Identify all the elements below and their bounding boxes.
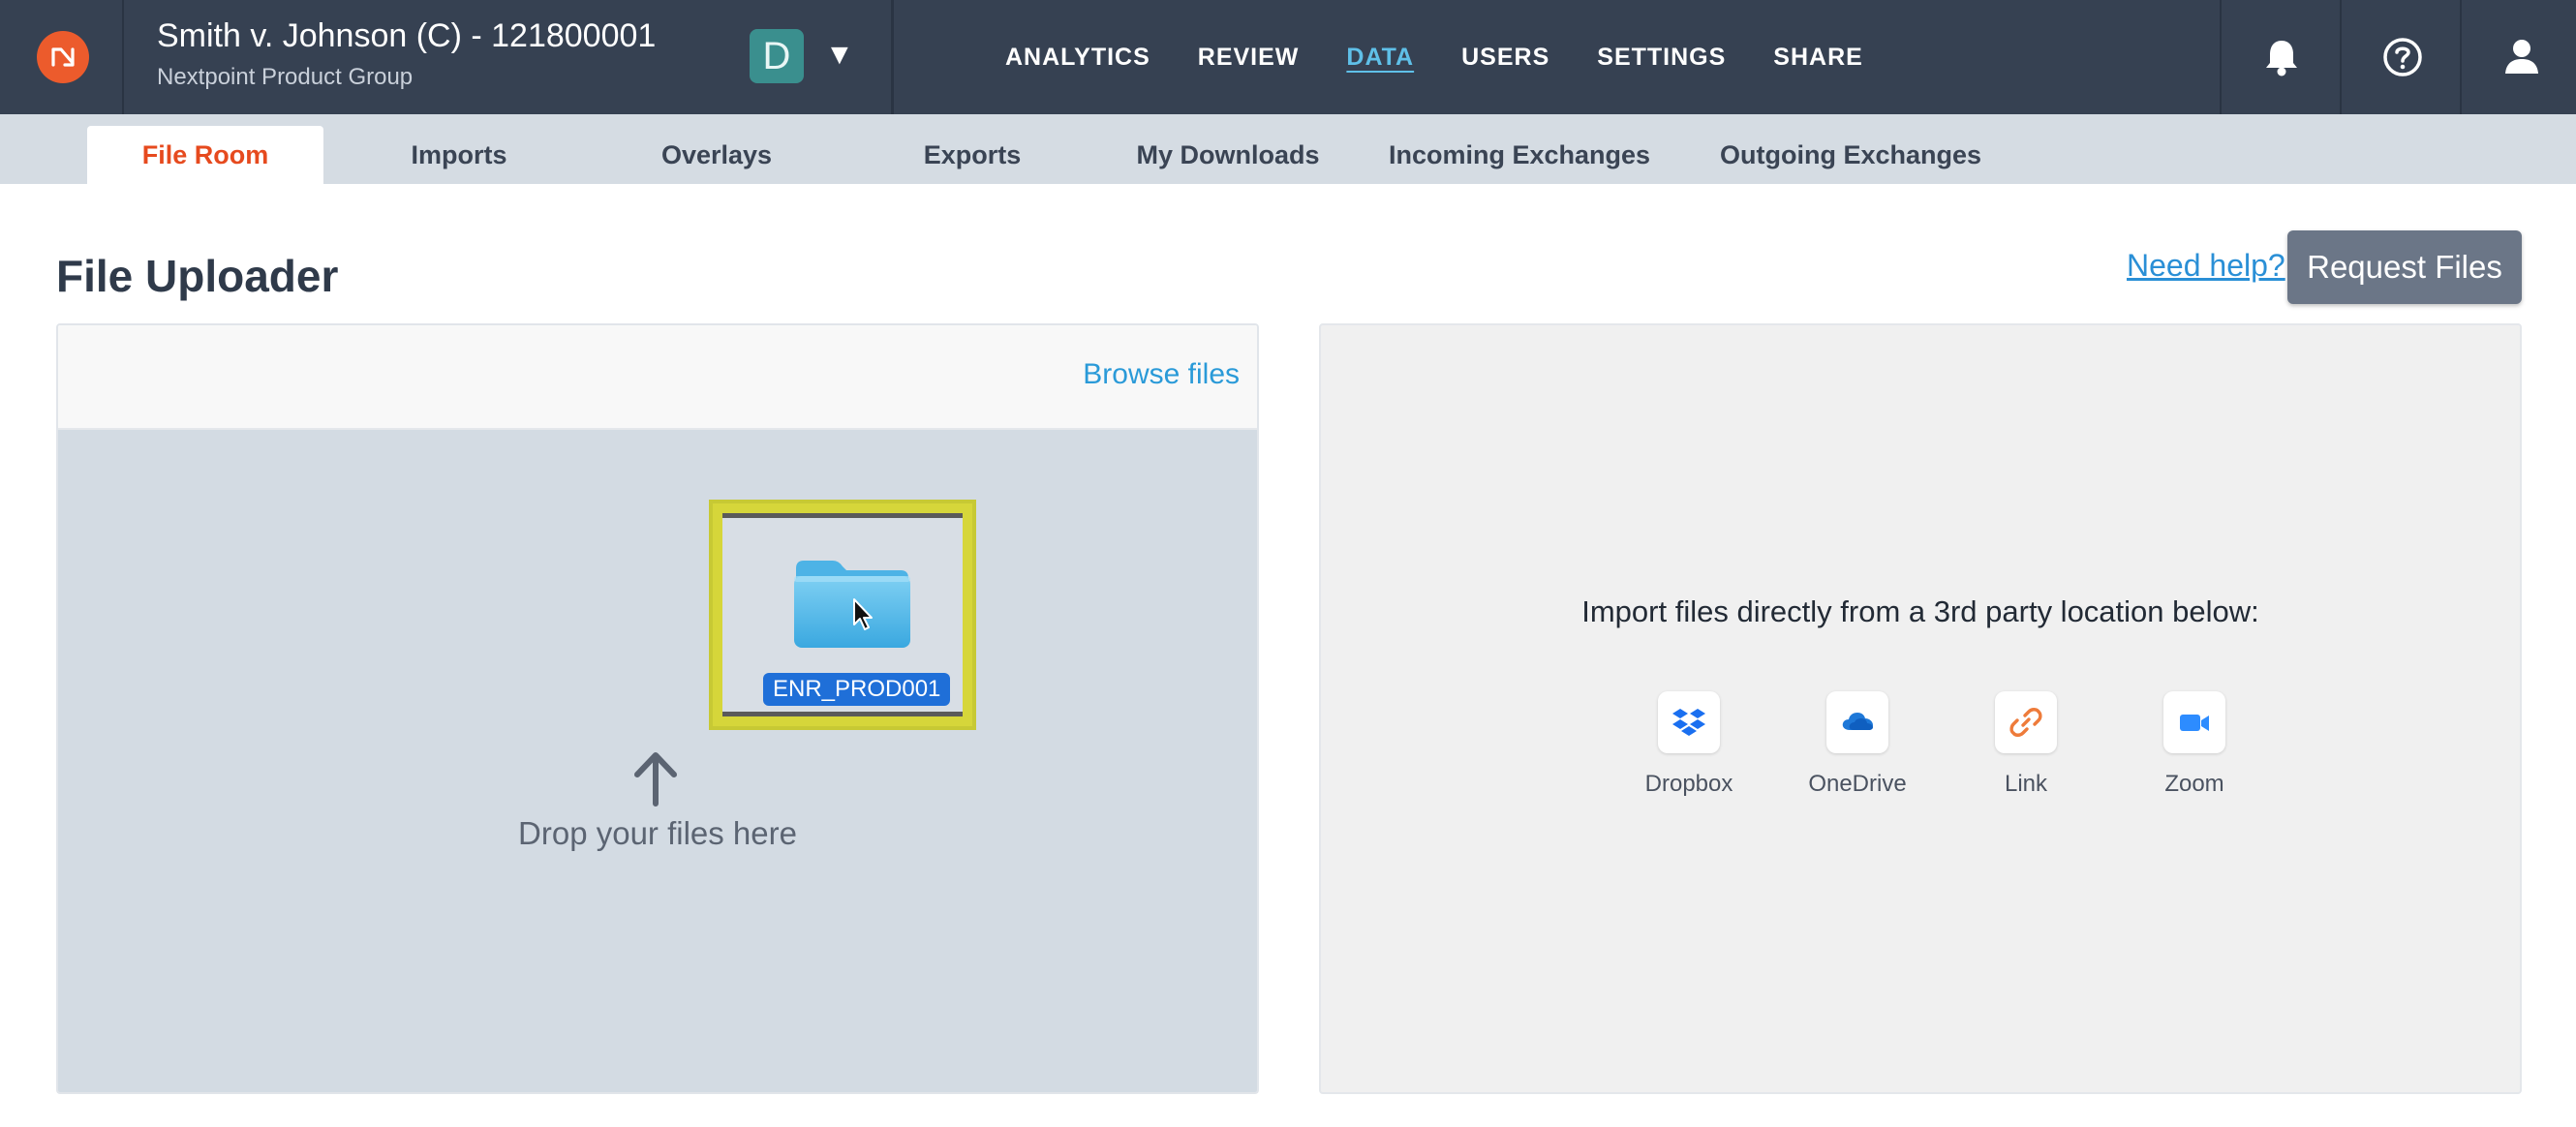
tab-outgoing-exchanges[interactable]: Outgoing Exchanges — [1710, 126, 1991, 184]
top-navbar: Smith v. Johnson (C) - 121800001 Nextpoi… — [0, 0, 2576, 114]
nav-settings[interactable]: SETTINGS — [1597, 44, 1726, 72]
dragged-folder-item[interactable]: ENR_PROD001 — [722, 513, 963, 716]
tab-incoming-exchanges[interactable]: Incoming Exchanges — [1379, 126, 1660, 184]
bell-icon — [2266, 41, 2297, 76]
mouse-cursor-icon — [853, 598, 873, 630]
zoom-icon — [2180, 715, 2209, 731]
provider-onedrive[interactable]: OneDrive — [1790, 691, 1925, 798]
need-help-link[interactable]: Need help? — [2127, 248, 2285, 284]
header-divider — [891, 0, 894, 114]
nav-data[interactable]: DATA — [1346, 44, 1414, 72]
tab-exports[interactable]: Exports — [875, 126, 1069, 184]
link-label: Link — [2004, 771, 2048, 797]
drop-zone[interactable]: ENR_PROD001 Drop your files here — [58, 430, 1257, 1092]
onedrive-icon — [1842, 713, 1873, 730]
dragged-folder-highlight: ENR_PROD001 — [709, 500, 976, 730]
tab-imports[interactable]: Imports — [364, 126, 554, 184]
notifications-button[interactable] — [2220, 0, 2340, 114]
page-title: File Uploader — [56, 251, 339, 301]
nextpoint-logo-icon[interactable] — [37, 31, 89, 83]
dragged-folder-name: ENR_PROD001 — [763, 673, 951, 706]
third-party-instructions: Import files directly from a 3rd party l… — [1581, 594, 2259, 628]
zoom-tile[interactable] — [2163, 691, 2225, 753]
main-nav: ANALYTICS REVIEW DATA USERS SETTINGS SHA… — [1005, 0, 1911, 114]
nav-users[interactable]: USERS — [1461, 44, 1549, 72]
provider-zoom[interactable]: Zoom — [2127, 691, 2262, 798]
request-files-button[interactable]: Request Files — [2287, 230, 2522, 304]
nav-share[interactable]: SHARE — [1773, 44, 1863, 72]
help-icon — [2383, 38, 2422, 76]
help-button[interactable] — [2340, 0, 2460, 114]
uploader-toolbar: Browse files — [58, 325, 1257, 430]
provider-dropbox[interactable]: Dropbox — [1621, 691, 1757, 798]
data-subtabs: File Room Imports Overlays Exports My Do… — [0, 114, 2576, 184]
nav-review[interactable]: REVIEW — [1198, 44, 1300, 72]
database-dropdown-caret-icon[interactable]: ▼ — [825, 39, 854, 72]
upload-arrow-icon — [634, 752, 677, 807]
database-badge[interactable]: D — [750, 29, 804, 83]
browse-files-link[interactable]: Browse files — [1083, 358, 1240, 391]
nav-analytics[interactable]: ANALYTICS — [1005, 44, 1150, 72]
case-title[interactable]: Smith v. Johnson (C) - 121800001 — [157, 17, 656, 55]
user-icon — [2505, 40, 2538, 74]
third-party-import-panel: Import files directly from a 3rd party l… — [1319, 323, 2522, 1094]
link-icon — [2009, 708, 2042, 737]
tab-file-room[interactable]: File Room — [87, 126, 323, 184]
onedrive-tile[interactable] — [1826, 691, 1888, 753]
tab-my-downloads[interactable]: My Downloads — [1121, 126, 1334, 184]
tab-overlays[interactable]: Overlays — [620, 126, 813, 184]
file-uploader-panel: Browse files ENR_PROD001 Drop your files… — [56, 323, 1259, 1094]
dropbox-tile[interactable] — [1658, 691, 1720, 753]
link-tile[interactable] — [1995, 691, 2057, 753]
provider-link[interactable]: Link — [1958, 691, 2094, 798]
drop-instructions: Drop your files here — [518, 815, 797, 851]
case-subtitle: Nextpoint Product Group — [157, 64, 414, 90]
user-menu-button[interactable] — [2460, 0, 2576, 114]
dropbox-label: Dropbox — [1644, 771, 1733, 797]
dropbox-icon — [1672, 709, 1705, 736]
logo-cell — [0, 0, 124, 114]
onedrive-label: OneDrive — [1808, 771, 1907, 797]
zoom-label: Zoom — [2164, 771, 2224, 797]
